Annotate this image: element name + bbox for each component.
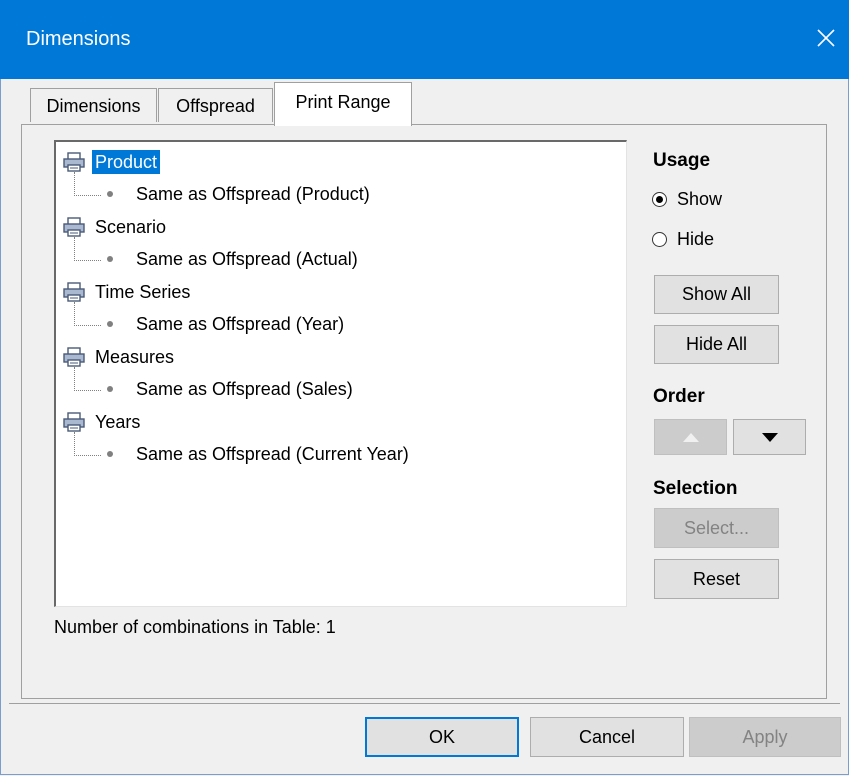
tree-connector <box>74 432 101 456</box>
reset-label: Reset <box>692 568 741 589</box>
radio-show-indicator <box>652 191 667 207</box>
radio-hide-label: Hide <box>677 228 715 249</box>
select-label: Select... <box>683 517 750 538</box>
tree-child-item[interactable]: Same as Offspread (Current Year) <box>70 432 610 468</box>
ok-button[interactable]: OK <box>365 717 519 757</box>
hide-all-label: Hide All <box>685 334 748 354</box>
tree-item-label: Years <box>95 412 141 432</box>
radio-show-label: Show <box>677 188 723 209</box>
apply-label: Apply <box>742 726 788 747</box>
tree-child-item[interactable]: Same as Offspread (Year) <box>70 302 610 338</box>
close-icon <box>817 29 835 47</box>
tree-connector <box>74 172 101 196</box>
bullet-icon <box>107 451 113 457</box>
selection-header: Selection <box>653 478 738 499</box>
printer-icon <box>62 280 86 304</box>
printer-icon <box>62 345 86 369</box>
usage-header: Usage <box>653 150 711 171</box>
tree-item-label: Time Series <box>95 282 191 302</box>
cancel-button[interactable]: Cancel <box>530 717 684 757</box>
tab-print-range[interactable]: Print Range <box>274 82 412 126</box>
tree-child-item[interactable]: Same as Offspread (Sales) <box>70 367 610 403</box>
tree-connector <box>74 237 101 261</box>
tree-item-label: Product <box>92 150 161 174</box>
tree-item-label: Scenario <box>95 217 167 237</box>
radio-show[interactable]: Show <box>652 186 722 212</box>
show-all-label: Show All <box>681 284 752 304</box>
tree-connector <box>74 302 101 326</box>
tab-offspread[interactable]: Offspread <box>158 88 273 122</box>
triangle-down-icon <box>761 432 778 442</box>
bullet-icon <box>107 191 113 197</box>
ok-label: OK <box>428 726 455 747</box>
reset-button[interactable]: Reset <box>654 559 779 599</box>
radio-hide[interactable]: Hide <box>652 226 714 252</box>
move-up-button[interactable] <box>654 419 727 455</box>
tree-child-item[interactable]: Same as Offspread (Actual) <box>70 237 610 273</box>
dimensions-tree[interactable]: Product Same as Offspread (Product) Scenar… <box>54 140 627 607</box>
tree-child-label: Same as Offspread (Current Year) <box>136 444 409 464</box>
select-button[interactable]: Select... <box>654 508 779 548</box>
window-title: Dimensions <box>26 28 131 50</box>
order-header: Order <box>653 386 705 407</box>
title-bar: Dimensions <box>0 0 849 79</box>
close-button[interactable] <box>808 18 844 58</box>
show-all-button[interactable]: Show All <box>654 275 779 314</box>
tree-child-item[interactable]: Same as Offspread (Product) <box>70 172 610 208</box>
combinations-count: Number of combinations in Table: 1 <box>54 617 336 637</box>
printer-icon <box>62 150 86 174</box>
bullet-icon <box>107 256 113 262</box>
tab-print-range-label: Print Range <box>295 92 391 112</box>
tab-dimensions[interactable]: Dimensions <box>30 88 157 122</box>
printer-icon <box>62 410 86 434</box>
bullet-icon <box>107 386 113 392</box>
tab-offspread-label: Offspread <box>176 96 255 116</box>
apply-button[interactable]: Apply <box>689 717 841 757</box>
move-down-button[interactable] <box>733 419 806 455</box>
printer-icon <box>62 215 86 239</box>
tree-connector <box>74 367 101 391</box>
bullet-icon <box>107 321 113 327</box>
tree-child-label: Same as Offspread (Sales) <box>136 379 353 399</box>
cancel-label: Cancel <box>578 726 636 747</box>
tree-item-label: Measures <box>95 347 175 367</box>
triangle-up-icon <box>682 432 699 442</box>
tree-child-label: Same as Offspread (Product) <box>136 184 370 204</box>
footer-divider <box>9 703 840 704</box>
tab-dimensions-label: Dimensions <box>46 96 141 116</box>
tree-child-label: Same as Offspread (Actual) <box>136 249 358 269</box>
hide-all-button[interactable]: Hide All <box>654 325 779 364</box>
radio-hide-indicator <box>652 231 667 247</box>
tree-child-label: Same as Offspread (Year) <box>136 314 345 334</box>
